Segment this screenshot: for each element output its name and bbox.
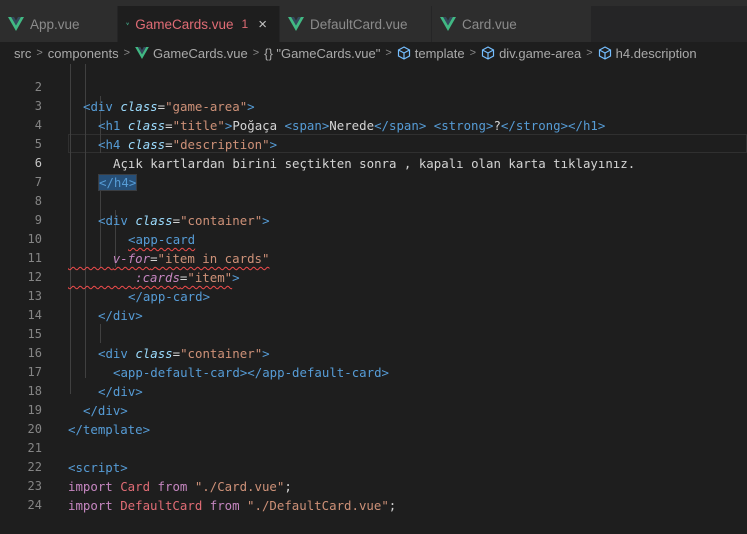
code-line: 21 <script> [0, 420, 747, 475]
code-line: 15 <div class="container"> [0, 306, 747, 361]
cube-icon [481, 46, 495, 60]
code-line: 13 </div> [0, 268, 747, 323]
code-line: 2 <div class="game-area"> [0, 59, 747, 114]
tab-card-vue[interactable]: Card.vue [432, 6, 592, 42]
tab-label: App.vue [30, 16, 80, 32]
chevron-right-icon: > [36, 47, 43, 59]
code-line: 12 </app-card> [0, 249, 747, 304]
vue-file-icon [8, 17, 24, 31]
token: "./DefaultCard.vue" [247, 498, 389, 513]
token: ; [388, 498, 397, 513]
code-line: 10 v-for="item in cards" [0, 211, 747, 266]
vue-file-icon [288, 17, 304, 31]
tab-label: GameCards.vue [135, 16, 234, 32]
code-line: 4 <h4 class="description"> [0, 97, 747, 152]
code-line: 14 [0, 287, 747, 322]
vue-file-icon [440, 17, 456, 31]
code-editor[interactable]: 2 <div class="game-area"> 3 <h1 class="t… [0, 64, 747, 513]
token: import [68, 498, 121, 513]
tab-app-vue[interactable]: App.vue [0, 6, 118, 42]
vue-file-icon [126, 22, 130, 26]
tab-label: Card.vue [462, 16, 517, 32]
code-line: 7 [0, 154, 747, 189]
vue-file-icon [135, 47, 149, 59]
chevron-right-icon: > [586, 47, 593, 59]
token: from [202, 498, 248, 513]
tab-label: DefaultCard.vue [310, 16, 408, 32]
chevron-right-icon: > [123, 47, 131, 59]
code-line: 11 :cards="item"> [0, 230, 747, 285]
code-line: 23 import DefaultCard from "./DefaultCar… [0, 458, 747, 513]
line-number: 24 [27, 498, 42, 512]
token: DefaultCard [120, 498, 203, 513]
chevron-right-icon: > [469, 47, 477, 59]
cube-icon [598, 46, 611, 60]
code-line: 9 <app-card [0, 192, 747, 247]
code-line: 16 <app-default-card></app-default-card> [0, 325, 747, 380]
chevron-right-icon: > [252, 47, 260, 59]
chevron-right-icon: > [385, 47, 392, 59]
code-line: 18 </div> [0, 363, 747, 418]
code-line: 20 [0, 401, 747, 436]
code-line: 8 <div class="container"> [0, 173, 747, 228]
editor-tab-bar: App.vue GameCards.vue 1 × DefaultCard.vu… [0, 0, 747, 42]
cube-icon [397, 46, 410, 60]
tab-defaultcard-vue[interactable]: DefaultCard.vue [280, 6, 432, 42]
close-icon[interactable]: × [258, 16, 267, 33]
code-line: 3 <h1 class="title">Poğaça <span>Nerede<… [0, 78, 747, 133]
code-line: 5 Açık kartlardan birini seçtikten sonra… [0, 116, 747, 171]
code-line: 22 import Card from "./Card.vue"; [0, 439, 747, 494]
code-line: 6 </h4> [0, 135, 747, 191]
code-line: 17 </div> [0, 344, 747, 399]
code-line: 24 [0, 477, 747, 512]
tab-gamecards-vue[interactable]: GameCards.vue 1 × [118, 6, 280, 42]
problem-count-badge: 1 [241, 17, 249, 31]
code-line: 19 </template> [0, 382, 747, 437]
